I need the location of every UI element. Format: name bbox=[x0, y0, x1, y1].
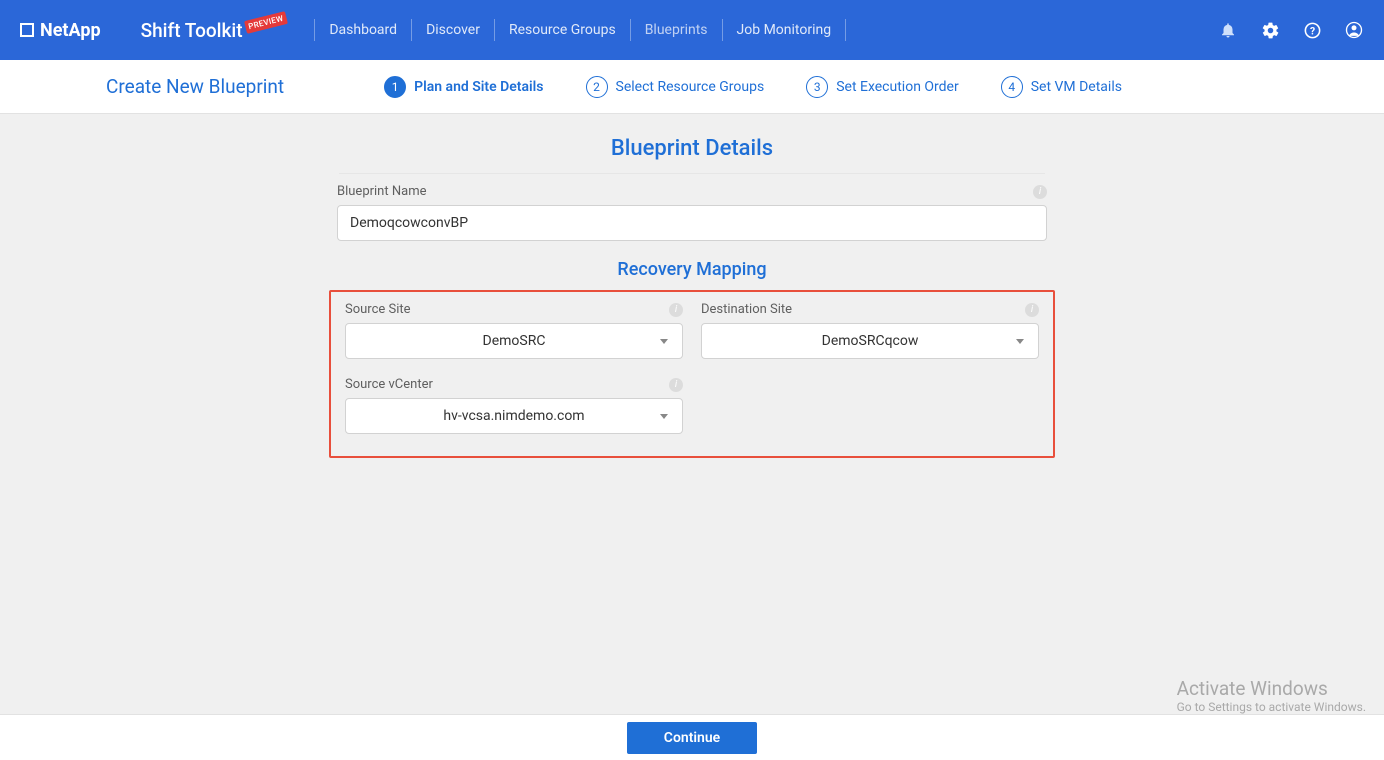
help-icon[interactable]: ? bbox=[1302, 20, 1322, 40]
step-set-execution-order[interactable]: 3 Set Execution Order bbox=[806, 76, 959, 98]
nav-links: Dashboard Discover Resource Groups Bluep… bbox=[314, 19, 846, 41]
brand-text: NetApp bbox=[40, 20, 101, 41]
preview-badge: PREVIEW bbox=[244, 11, 288, 34]
divider bbox=[339, 173, 1045, 174]
nav-dashboard[interactable]: Dashboard bbox=[315, 22, 411, 38]
step-number: 3 bbox=[806, 76, 828, 98]
step-set-vm-details[interactable]: 4 Set VM Details bbox=[1001, 76, 1122, 98]
source-site-select[interactable]: DemoSRC bbox=[345, 323, 683, 359]
nav-blueprints[interactable]: Blueprints bbox=[631, 22, 722, 38]
bottom-bar: Continue bbox=[0, 714, 1384, 760]
page-title: Create New Blueprint bbox=[106, 75, 284, 98]
chevron-down-icon bbox=[660, 339, 668, 344]
top-right-icons: ? bbox=[1218, 20, 1364, 40]
toolkit-title: Shift Toolkit PREVIEW bbox=[141, 19, 285, 42]
svg-text:?: ? bbox=[1309, 24, 1314, 37]
blueprint-form: Blueprint Name i bbox=[337, 184, 1047, 241]
nav-resource-groups[interactable]: Resource Groups bbox=[495, 22, 630, 38]
watermark-line1: Activate Windows bbox=[1177, 677, 1366, 700]
chevron-down-icon bbox=[660, 414, 668, 419]
recovery-mapping-title: Recovery Mapping bbox=[0, 259, 1384, 280]
blueprint-name-input[interactable] bbox=[337, 205, 1047, 241]
info-icon[interactable]: i bbox=[1025, 303, 1039, 317]
field-blueprint-name: Blueprint Name i bbox=[337, 184, 1047, 241]
top-nav: NetApp Shift Toolkit PREVIEW Dashboard D… bbox=[0, 0, 1384, 60]
brand-logo: NetApp bbox=[20, 20, 101, 41]
nav-discover[interactable]: Discover bbox=[412, 22, 494, 38]
step-number: 1 bbox=[384, 76, 406, 98]
continue-button[interactable]: Continue bbox=[627, 722, 757, 754]
step-list: 1 Plan and Site Details 2 Select Resourc… bbox=[384, 76, 1122, 98]
gear-icon[interactable] bbox=[1260, 20, 1280, 40]
step-plan-details[interactable]: 1 Plan and Site Details bbox=[384, 76, 543, 98]
blueprint-details-title: Blueprint Details bbox=[0, 136, 1384, 161]
recovery-mapping-highlight: Source Site i DemoSRC Destination Site i… bbox=[329, 290, 1055, 458]
step-number: 2 bbox=[586, 76, 608, 98]
destination-site-select[interactable]: DemoSRCqcow bbox=[701, 323, 1039, 359]
step-number: 4 bbox=[1001, 76, 1023, 98]
chevron-down-icon bbox=[1016, 339, 1024, 344]
source-site-label: Source Site bbox=[345, 302, 411, 317]
watermark-line2: Go to Settings to activate Windows. bbox=[1177, 700, 1366, 714]
field-source-site: Source Site i DemoSRC bbox=[345, 302, 683, 359]
step-label: Set Execution Order bbox=[836, 79, 959, 95]
source-vcenter-label: Source vCenter bbox=[345, 377, 433, 392]
destination-site-value: DemoSRCqcow bbox=[822, 333, 919, 349]
windows-activation-watermark: Activate Windows Go to Settings to activ… bbox=[1177, 677, 1366, 714]
info-icon[interactable]: i bbox=[669, 303, 683, 317]
step-label: Select Resource Groups bbox=[616, 79, 765, 95]
toolkit-label: Shift Toolkit bbox=[141, 19, 243, 42]
user-icon[interactable] bbox=[1344, 20, 1364, 40]
stepper-bar: Create New Blueprint 1 Plan and Site Det… bbox=[0, 60, 1384, 114]
step-select-resource-groups[interactable]: 2 Select Resource Groups bbox=[586, 76, 765, 98]
destination-site-label: Destination Site bbox=[701, 302, 792, 317]
field-destination-site: Destination Site i DemoSRCqcow bbox=[701, 302, 1039, 359]
source-site-value: DemoSRC bbox=[483, 333, 546, 349]
main-content: Blueprint Details Blueprint Name i Recov… bbox=[0, 114, 1384, 458]
bell-icon[interactable] bbox=[1218, 20, 1238, 40]
source-vcenter-value: hv-vcsa.nimdemo.com bbox=[443, 408, 584, 424]
info-icon[interactable]: i bbox=[1033, 185, 1047, 199]
nav-job-monitoring[interactable]: Job Monitoring bbox=[723, 22, 846, 38]
blueprint-name-label: Blueprint Name bbox=[337, 184, 426, 199]
info-icon[interactable]: i bbox=[669, 378, 683, 392]
step-label: Plan and Site Details bbox=[414, 79, 543, 95]
step-label: Set VM Details bbox=[1031, 79, 1122, 95]
source-vcenter-select[interactable]: hv-vcsa.nimdemo.com bbox=[345, 398, 683, 434]
brand-icon bbox=[20, 23, 34, 37]
field-source-vcenter: Source vCenter i hv-vcsa.nimdemo.com bbox=[345, 377, 683, 434]
nav-separator bbox=[845, 19, 846, 41]
